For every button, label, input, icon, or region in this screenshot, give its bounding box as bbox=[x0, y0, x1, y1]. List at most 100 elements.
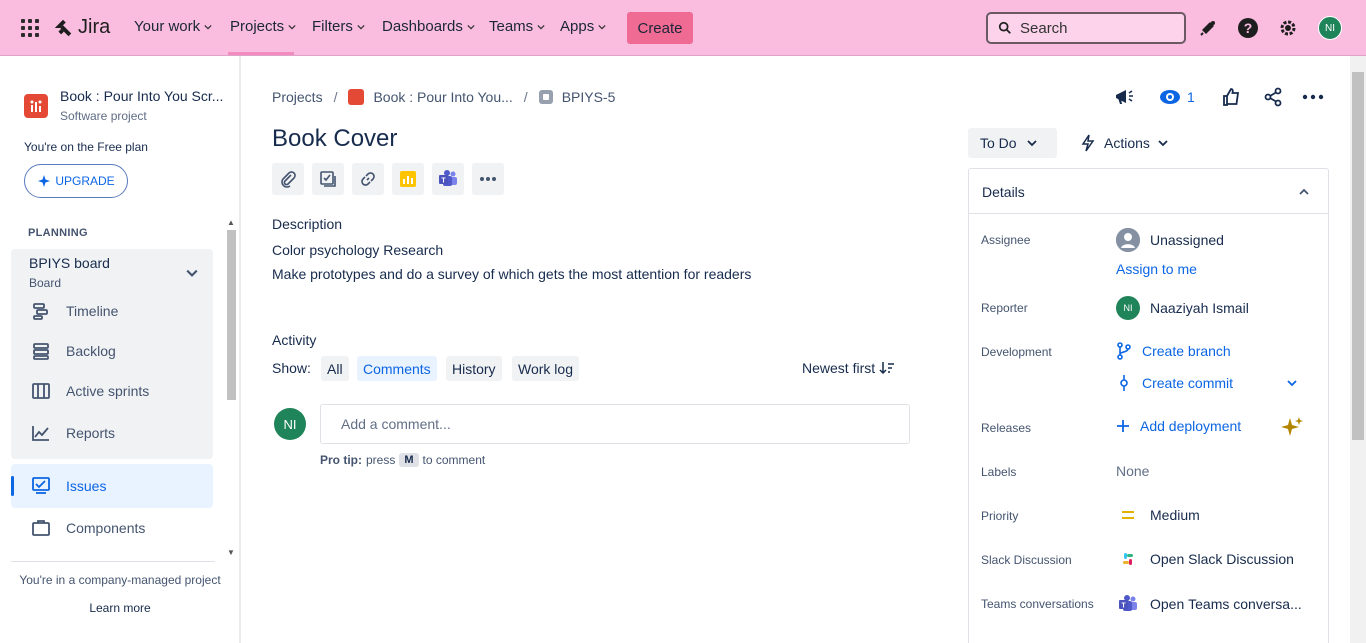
create-button[interactable]: Create bbox=[627, 12, 693, 44]
link-issue-button[interactable] bbox=[352, 163, 384, 195]
sidebar-item-label: Backlog bbox=[66, 343, 116, 359]
watch-button[interactable]: 1 bbox=[1159, 86, 1195, 108]
more-actions-button[interactable] bbox=[472, 163, 504, 195]
actions-dropdown[interactable]: Actions bbox=[1080, 128, 1168, 158]
assignee-value: Unassigned bbox=[1150, 232, 1224, 248]
help-icon[interactable]: ? bbox=[1236, 16, 1260, 40]
microsoft-teams-icon: T bbox=[1119, 595, 1137, 611]
teams-app-button[interactable]: T bbox=[432, 163, 464, 195]
assignee-field[interactable]: Unassigned bbox=[1116, 228, 1224, 252]
comment-input[interactable] bbox=[341, 416, 881, 432]
components-icon bbox=[30, 517, 52, 539]
assign-to-me-link[interactable]: Assign to me bbox=[1116, 261, 1197, 277]
sidebar-item-reports[interactable]: Reports bbox=[30, 422, 115, 444]
microsoft-teams-icon: T bbox=[439, 170, 457, 186]
breadcrumb-project[interactable]: Book : Pour Into You... bbox=[373, 89, 512, 105]
jira-logo[interactable]: Jira bbox=[52, 16, 110, 39]
search-box[interactable] bbox=[986, 12, 1186, 44]
filter-comments-button[interactable]: Comments bbox=[357, 356, 437, 381]
timeline-icon bbox=[30, 300, 52, 322]
issue-type-icon[interactable] bbox=[538, 90, 553, 104]
open-label: Open bbox=[1150, 596, 1185, 612]
breadcrumb-projects[interactable]: Projects bbox=[272, 89, 323, 105]
chevron-down-icon[interactable] bbox=[1286, 378, 1298, 388]
share-icon[interactable] bbox=[1263, 86, 1283, 108]
user-avatar[interactable]: NI bbox=[1318, 16, 1342, 40]
upgrade-button[interactable]: UPGRADE bbox=[24, 164, 128, 198]
details-header[interactable]: Details bbox=[969, 169, 1328, 214]
reporter-field[interactable]: NI Naaziyah Ismail bbox=[1116, 296, 1249, 320]
sidebar-item-issues[interactable]: Issues bbox=[30, 475, 106, 497]
chevron-down-icon[interactable] bbox=[186, 267, 198, 279]
scroll-down-arrow-icon[interactable]: ▼ bbox=[227, 548, 235, 557]
attach-button[interactable] bbox=[272, 163, 304, 195]
more-options-icon[interactable] bbox=[1302, 86, 1324, 108]
board-title[interactable]: BPIYS board bbox=[29, 255, 110, 271]
project-avatar-small-icon bbox=[348, 89, 365, 105]
sidebar-item-backlog[interactable]: Backlog bbox=[30, 340, 116, 362]
nav-apps[interactable]: Apps bbox=[560, 18, 606, 35]
chevron-down-icon bbox=[598, 24, 606, 29]
sort-order-button[interactable]: Newest first bbox=[802, 360, 895, 376]
nav-teams[interactable]: Teams bbox=[489, 18, 545, 35]
sidebar-item-active-sprints[interactable]: Active sprints bbox=[30, 380, 149, 402]
sidebar-item-timeline[interactable]: Timeline bbox=[30, 300, 118, 322]
priority-field[interactable]: Medium bbox=[1116, 507, 1200, 523]
link-icon bbox=[361, 172, 375, 186]
add-deployment-link[interactable]: Add deployment bbox=[1116, 418, 1241, 434]
status-dropdown[interactable]: To Do bbox=[968, 128, 1057, 158]
nav-filters[interactable]: Filters bbox=[312, 18, 365, 35]
settings-gear-icon[interactable] bbox=[1276, 16, 1300, 40]
app-button[interactable] bbox=[392, 163, 424, 195]
filter-worklog-button[interactable]: Work log bbox=[512, 356, 579, 381]
nav-dashboards[interactable]: Dashboards bbox=[382, 18, 475, 35]
sidebar-item-components[interactable]: Components bbox=[30, 517, 145, 539]
search-input[interactable] bbox=[1020, 19, 1170, 37]
nav-your-work-label: Your work bbox=[134, 18, 201, 35]
feedback-megaphone-icon[interactable] bbox=[1113, 86, 1135, 108]
teams-conversations-label: Teams conversations bbox=[981, 597, 1094, 611]
filter-all-button[interactable]: All bbox=[321, 356, 349, 381]
child-issue-icon bbox=[320, 171, 336, 187]
app-switcher-icon[interactable] bbox=[21, 19, 39, 37]
issue-title[interactable]: Book Cover bbox=[272, 125, 397, 153]
filter-history-button[interactable]: History bbox=[446, 356, 502, 381]
notifications-icon[interactable] bbox=[1196, 16, 1220, 40]
open-label: Open bbox=[1150, 551, 1185, 567]
project-name[interactable]: Book : Pour Into You Scr... bbox=[60, 88, 230, 104]
development-label: Development bbox=[981, 345, 1052, 359]
create-branch-label: Create branch bbox=[1142, 343, 1231, 359]
description-text[interactable]: Color psychology Research bbox=[272, 242, 443, 258]
scroll-up-arrow-icon[interactable]: ▲ bbox=[227, 218, 235, 227]
ai-sparkle-icon[interactable] bbox=[1280, 415, 1304, 439]
keyboard-shortcut-key: M bbox=[399, 453, 419, 467]
learn-more-link[interactable]: Learn more bbox=[0, 601, 240, 615]
project-avatar-icon[interactable] bbox=[24, 94, 48, 118]
page-scroll-thumb[interactable] bbox=[1352, 72, 1364, 440]
comment-box[interactable] bbox=[320, 404, 910, 444]
breadcrumb: Projects / Book : Pour Into You... / BPI… bbox=[272, 89, 615, 105]
create-branch-link[interactable]: Create branch bbox=[1116, 342, 1231, 360]
top-navigation: Jira Your work Projects Filters Dashboar… bbox=[0, 0, 1366, 56]
add-child-issue-button[interactable] bbox=[312, 163, 344, 195]
chevron-down-icon bbox=[1158, 140, 1168, 147]
open-teams-conversation-link[interactable]: T Open Teams conversa... bbox=[1116, 595, 1302, 613]
description-text[interactable]: Make prototypes and do a survey of which… bbox=[272, 266, 751, 282]
breadcrumb-issue-key[interactable]: BPIYS-5 bbox=[562, 89, 616, 105]
issue-toolbar: T bbox=[272, 163, 504, 195]
create-commit-link[interactable]: Create commit bbox=[1116, 374, 1233, 392]
description-heading: Description bbox=[272, 216, 343, 232]
sort-icon bbox=[879, 362, 895, 375]
nav-your-work[interactable]: Your work bbox=[134, 18, 212, 35]
nav-projects[interactable]: Projects bbox=[230, 18, 296, 35]
breadcrumb-separator: / bbox=[333, 89, 338, 105]
issues-icon bbox=[30, 475, 52, 497]
sidebar-scroll-thumb[interactable] bbox=[227, 230, 236, 400]
open-slack-discussion-link[interactable]: Open Slack Discussion bbox=[1116, 551, 1294, 567]
labels-value[interactable]: None bbox=[1116, 463, 1149, 479]
show-label: Show: bbox=[272, 360, 311, 376]
sidebar-divider bbox=[11, 561, 215, 562]
chevron-up-icon[interactable] bbox=[1298, 187, 1310, 197]
vote-thumbs-up-icon[interactable] bbox=[1221, 86, 1241, 108]
eye-icon bbox=[1160, 90, 1180, 104]
